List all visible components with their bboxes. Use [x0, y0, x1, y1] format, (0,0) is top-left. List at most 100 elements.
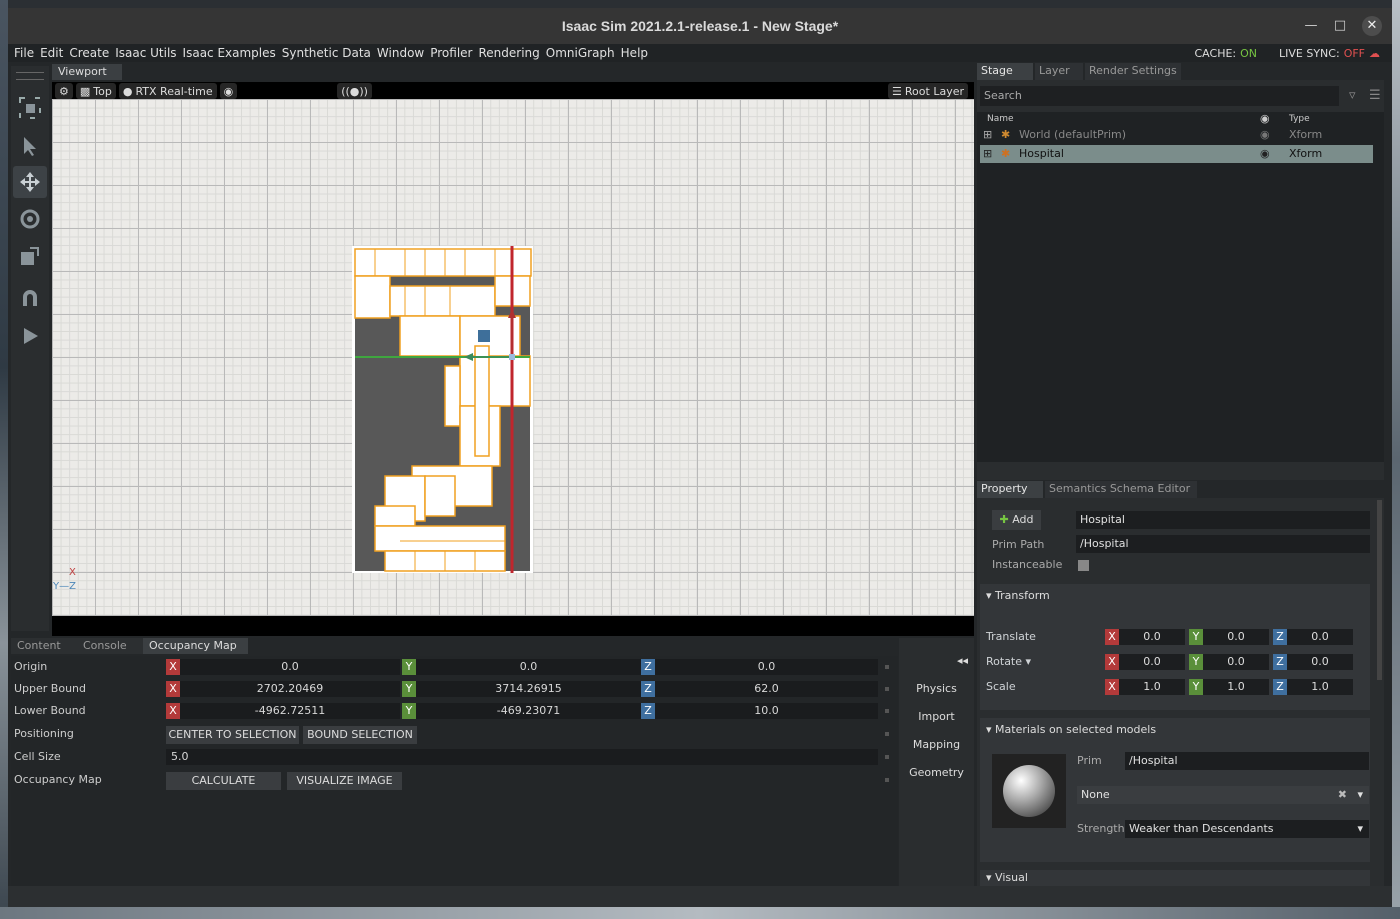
tab-property[interactable]: Property [977, 481, 1043, 498]
viewport[interactable]: ⚙ ▩ Top ● RTX Real-time ◉ ((●)) ☰ Root Laye… [52, 82, 974, 636]
viewport-grid[interactable]: X Y—Z [52, 99, 974, 616]
tab-content[interactable]: Content [11, 638, 77, 654]
menu-omnigraph[interactable]: OmniGraph [543, 46, 618, 60]
tab-semantics-schema-editor[interactable]: Semantics Schema Editor [1045, 481, 1197, 498]
tab-render-settings[interactable]: Render Settings [1085, 63, 1181, 80]
eye-icon[interactable]: ◉ [1260, 126, 1270, 144]
material-prim-field[interactable]: /Hospital [1125, 752, 1369, 770]
menu-profiler[interactable]: Profiler [427, 46, 475, 60]
origin-y-field[interactable]: 0.0 [416, 659, 641, 675]
tree-row-world[interactable]: ⊞ ✱ World (defaultPrim) ◉ Xform [980, 126, 1373, 144]
frame-select-icon[interactable] [13, 92, 47, 124]
lower-bound-y-field[interactable]: -469.23071 [416, 703, 641, 719]
axis-indicator-yz: Y—Z [53, 581, 76, 592]
layer-button[interactable]: ☰ Root Layer [888, 83, 968, 99]
light-bulb-icon: ● [122, 84, 133, 98]
eye-icon[interactable]: ◉ [1260, 145, 1270, 163]
transform-header[interactable]: ▾ Transform [986, 589, 1050, 602]
select-arrow-icon[interactable] [13, 130, 47, 162]
menu-icon[interactable]: ☰ [1369, 88, 1381, 103]
collapse-icon[interactable]: ◂◂ [899, 654, 974, 667]
rotate-x-field[interactable]: 0.0 [1119, 654, 1185, 670]
rotate-z-field[interactable]: 0.0 [1287, 654, 1353, 670]
translate-x-field[interactable]: 0.0 [1119, 629, 1185, 645]
origin-z-field[interactable]: 0.0 [655, 659, 878, 675]
side-item-import[interactable]: Import [899, 710, 974, 723]
materials-header[interactable]: ▾ Materials on selected models [986, 723, 1156, 736]
prim-path-field[interactable]: /Hospital [1076, 535, 1370, 553]
visualize-image-button[interactable]: VISUALIZE IMAGE [287, 772, 402, 790]
tab-console[interactable]: Console [77, 638, 143, 654]
side-item-mapping[interactable]: Mapping [899, 738, 974, 751]
visibility-button[interactable]: ◉ [219, 83, 238, 99]
gizmo-center[interactable] [509, 354, 515, 360]
close-icon[interactable]: ✕ [1362, 16, 1382, 36]
material-select[interactable]: None ✖ ▾ [1077, 786, 1369, 804]
minimize-icon[interactable]: — [1301, 16, 1321, 36]
scale-z-field[interactable]: 1.0 [1287, 679, 1353, 695]
menu-synthetic-data[interactable]: Synthetic Data [279, 46, 374, 60]
translate-y-field[interactable]: 0.0 [1203, 629, 1269, 645]
live-sync-status[interactable]: OFF [1344, 47, 1365, 60]
reset-dot[interactable] [885, 709, 889, 713]
reset-dot[interactable] [885, 778, 889, 782]
scale-y-field[interactable]: 1.0 [1203, 679, 1269, 695]
side-item-geometry[interactable]: Geometry [899, 766, 974, 779]
reset-dot[interactable] [885, 687, 889, 691]
lower-bound-x-field[interactable]: -4962.72511 [180, 703, 400, 719]
menu-edit[interactable]: Edit [37, 46, 66, 60]
broadcast-icon: ((●)) [341, 84, 368, 98]
menu-isaac-utils[interactable]: Isaac Utils [112, 46, 179, 60]
add-button[interactable]: ✚ Add [992, 510, 1041, 530]
viewport-settings-button[interactable]: ⚙ [55, 83, 73, 99]
clear-icon[interactable]: ✖ [1338, 786, 1347, 804]
move-icon[interactable] [13, 166, 47, 198]
broadcast-button[interactable]: ((●)) [337, 83, 372, 99]
cache-status[interactable]: ON [1240, 47, 1257, 60]
tree-row-hospital[interactable]: ⊞ ✱ Hospital ◉ Xform [980, 145, 1373, 163]
rotate-icon[interactable] [13, 203, 47, 235]
bound-selection-button[interactable]: BOUND SELECTION [303, 726, 417, 744]
tab-viewport[interactable]: Viewport [52, 64, 122, 80]
upper-bound-x-field[interactable]: 2702.20469 [180, 681, 400, 697]
reset-dot[interactable] [885, 755, 889, 759]
prim-name-field[interactable]: Hospital [1076, 511, 1370, 529]
calculate-button[interactable]: CALCULATE [166, 772, 281, 790]
stage-search-input[interactable]: Search [980, 86, 1339, 106]
play-icon[interactable] [13, 320, 47, 352]
cell-size-field[interactable]: 5.0 [166, 749, 878, 765]
menu-help[interactable]: Help [618, 46, 651, 60]
renderer-button[interactable]: ● RTX Real-time [118, 83, 217, 99]
filter-icon[interactable]: ▿ [1349, 88, 1356, 103]
menu-create[interactable]: Create [66, 46, 112, 60]
reset-dot[interactable] [885, 732, 889, 736]
visual-header[interactable]: ▾ Visual [986, 871, 1028, 884]
tab-stage[interactable]: Stage [977, 63, 1033, 80]
origin-x-field[interactable]: 0.0 [180, 659, 400, 675]
rotate-y-field[interactable]: 0.0 [1203, 654, 1269, 670]
snap-magnet-icon[interactable] [13, 282, 47, 314]
lower-bound-z-field[interactable]: 10.0 [655, 703, 878, 719]
menu-isaac-examples[interactable]: Isaac Examples [180, 46, 279, 60]
strength-select[interactable]: Weaker than Descendants ▾ [1125, 820, 1369, 838]
tab-layer[interactable]: Layer [1035, 63, 1083, 80]
tab-occupancy-map[interactable]: Occupancy Map [143, 638, 248, 654]
scale-x-field[interactable]: 1.0 [1119, 679, 1185, 695]
center-to-selection-button[interactable]: CENTER TO SELECTION [166, 726, 299, 744]
maximize-icon[interactable]: □ [1330, 16, 1350, 36]
instanceable-checkbox[interactable] [1078, 560, 1089, 571]
translate-z-field[interactable]: 0.0 [1287, 629, 1353, 645]
expand-icon[interactable]: ⊞ [983, 145, 992, 163]
rotate-label[interactable]: Rotate ▾ [986, 655, 1031, 668]
upper-bound-y-field[interactable]: 3714.26915 [416, 681, 641, 697]
menu-rendering[interactable]: Rendering [475, 46, 542, 60]
menu-file[interactable]: File [11, 46, 37, 60]
side-item-physics[interactable]: Physics [899, 682, 974, 695]
camera-button[interactable]: ▩ Top [75, 83, 116, 99]
menu-window[interactable]: Window [374, 46, 427, 60]
property-scrollbar[interactable] [1377, 500, 1382, 680]
reset-dot[interactable] [885, 665, 889, 669]
expand-icon[interactable]: ⊞ [983, 126, 992, 144]
scale-icon[interactable] [13, 240, 47, 272]
upper-bound-z-field[interactable]: 62.0 [655, 681, 878, 697]
